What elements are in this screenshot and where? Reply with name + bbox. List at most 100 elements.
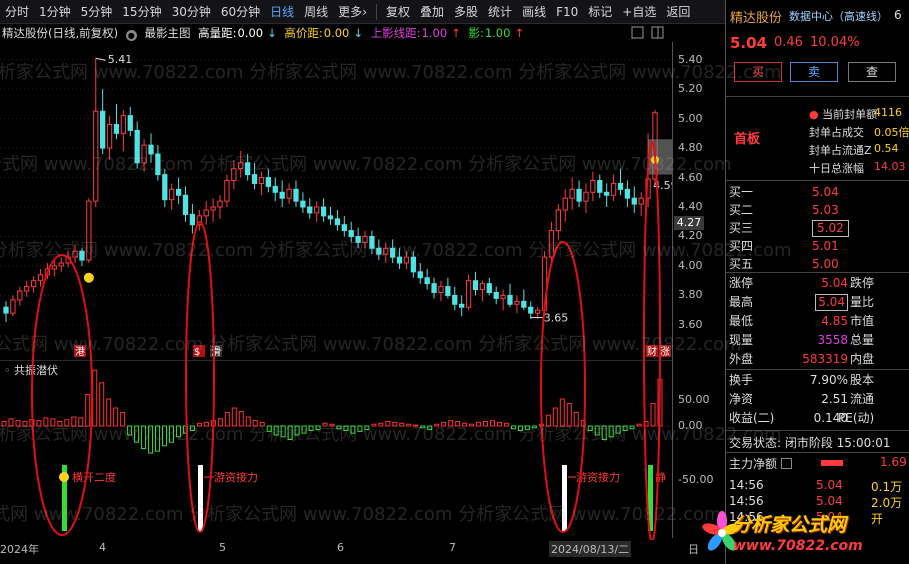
- indicator-name[interactable]: 最影主图: [144, 26, 190, 40]
- quote-key: 总量: [850, 333, 875, 347]
- price-change-percent: 10.04%: [810, 35, 860, 50]
- quote-key: 外盘: [729, 352, 754, 366]
- seal-value: 0.05倍: [874, 126, 909, 139]
- price-tick-label: 4.80: [678, 141, 703, 155]
- divider: [726, 272, 909, 273]
- sub-tick-label: 0.00: [678, 419, 703, 432]
- mark-button[interactable]: 标记: [583, 0, 617, 24]
- signal-ellipses-layer: [31, 141, 661, 540]
- statistics-button[interactable]: 统计: [483, 0, 517, 24]
- order-row[interactable]: 买一 5.04: [726, 183, 909, 202]
- field-price-dist-value: 0.00: [323, 26, 350, 40]
- order-level: 买一: [729, 185, 754, 199]
- price-tick-label: 5.00: [678, 111, 703, 125]
- chart-window-controls: [631, 26, 664, 39]
- period-15min[interactable]: 15分钟: [117, 0, 166, 24]
- stock-trading-window: 分时 1分钟 5分钟 15分钟 30分钟 60分钟 日线 周线 更多› 复权 叠…: [0, 0, 909, 564]
- day-unit-label: 日: [688, 543, 699, 556]
- arrow-down-icon: ↓: [353, 26, 364, 40]
- data-center-link[interactable]: 数据中心（高速线）: [789, 8, 888, 24]
- quote-key: 市值: [850, 314, 875, 328]
- period-5min[interactable]: 5分钟: [76, 0, 118, 24]
- seal-value: 14.03: [874, 160, 906, 173]
- stock-name: 精达股份: [730, 11, 783, 26]
- settings-dot-icon[interactable]: ●: [125, 30, 137, 41]
- sub-tick-label: 50.00: [678, 393, 710, 406]
- quote-key: 量比: [850, 295, 875, 309]
- quote-key: 内盘: [850, 352, 875, 366]
- divider: [726, 180, 909, 181]
- overlay-button[interactable]: 叠加: [415, 0, 449, 24]
- price-tick-label: 5.20: [678, 82, 703, 96]
- arrow-down-icon: ↓: [267, 26, 277, 40]
- period-intraday[interactable]: 分时: [0, 0, 34, 24]
- seal-label: 十日总涨幅: [809, 162, 864, 175]
- chevron-right-icon: ›: [362, 4, 367, 19]
- period-30min[interactable]: 30分钟: [167, 0, 216, 24]
- period-daily[interactable]: 日线: [265, 0, 299, 24]
- quote-row: 最高 5.04 量比: [726, 293, 909, 312]
- seal-value: 0.54: [874, 142, 899, 155]
- chart-info-bar: 精达股份(日线,前复权) ● 最影主图 高量距:0.00 ↓ 高价距:0.00 ↓ …: [0, 24, 672, 42]
- order-price: 5.03: [812, 203, 839, 217]
- field-upper-shadow-value: 1.00: [421, 26, 448, 40]
- logo-url: www.70822.com: [733, 538, 863, 554]
- period-weekly[interactable]: 周线: [299, 0, 333, 24]
- current-price-tag: 4.27: [674, 216, 704, 230]
- stat-key: 股本: [850, 373, 875, 387]
- quote-key: 现量: [729, 333, 754, 347]
- quote-value: 5.04: [821, 276, 848, 290]
- order-row[interactable]: 买三 5.02: [726, 219, 909, 238]
- highlight-ellipse: [643, 141, 661, 540]
- multi-stock-button[interactable]: 多股: [449, 0, 483, 24]
- restore-rights-button[interactable]: 复权: [381, 0, 415, 24]
- trade-state: 交易状态: 闭市阶段 15:00:01: [729, 436, 891, 450]
- quote-value: 4.85: [821, 314, 848, 328]
- field-upper-shadow-label: 上影线距:: [370, 26, 421, 40]
- quote-key: 涨停: [729, 276, 754, 290]
- maximize-icon[interactable]: [631, 26, 644, 39]
- order-price: 5.01: [812, 239, 839, 253]
- order-price: 5.04: [812, 185, 839, 199]
- order-level: 买三: [729, 221, 754, 235]
- f10-button[interactable]: F10: [551, 0, 583, 24]
- draw-line-button[interactable]: 画线: [517, 0, 551, 24]
- quote-panel: 精达股份 数据中心（高速线） 6 5.04 0.46 10.04% 买 卖 查 …: [725, 0, 909, 564]
- field-price-dist-label: 高价距:: [284, 26, 323, 40]
- price-tick-label: 4.00: [678, 258, 703, 272]
- field-shadow-label: 影:: [468, 26, 484, 40]
- seal-label: ● 当前封单额: [809, 108, 878, 121]
- order-level: 买二: [729, 203, 754, 217]
- period-more-label: 更多: [338, 4, 363, 19]
- back-button[interactable]: 返回: [661, 0, 695, 24]
- field-vol-dist-value: 0.00: [237, 26, 264, 40]
- period-60min[interactable]: 60分钟: [216, 0, 265, 24]
- list-icon[interactable]: [780, 458, 792, 469]
- first-board-badge: 首板: [734, 132, 761, 147]
- order-price: 5.02: [812, 220, 849, 237]
- flow-value: 1.69: [880, 455, 907, 469]
- period-more[interactable]: 更多›: [333, 0, 372, 24]
- period-1min[interactable]: 1分钟: [34, 0, 76, 24]
- arrow-up-icon: ↑: [514, 26, 525, 40]
- price-tick-label: 5.40: [678, 52, 703, 66]
- stat-value: 2.51: [821, 392, 848, 406]
- date-label: 5: [219, 541, 226, 554]
- query-button[interactable]: 查: [848, 62, 896, 82]
- seal-label: 封单占流通Z: [809, 144, 872, 157]
- add-watchlist-button[interactable]: +自选: [617, 0, 661, 24]
- buy-button[interactable]: 买: [734, 62, 782, 82]
- stat-key: PE(动): [838, 411, 875, 425]
- quote-key: 最高: [729, 295, 754, 309]
- price-change: 0.46: [774, 35, 803, 50]
- divider: [726, 430, 909, 431]
- sell-button[interactable]: 卖: [790, 62, 838, 82]
- order-row[interactable]: 买四 5.01: [726, 237, 909, 256]
- stat-row: 收益(二) 0.140 PE(动): [726, 409, 909, 428]
- stat-key: 收益(二): [729, 411, 775, 425]
- seal-label: 封单占成交: [809, 126, 864, 139]
- tick-time: 14:56: [729, 478, 764, 492]
- order-row[interactable]: 买二 5.03: [726, 201, 909, 220]
- price-tick-label: 4.20: [678, 229, 703, 243]
- stat-key: 流通: [850, 392, 875, 406]
